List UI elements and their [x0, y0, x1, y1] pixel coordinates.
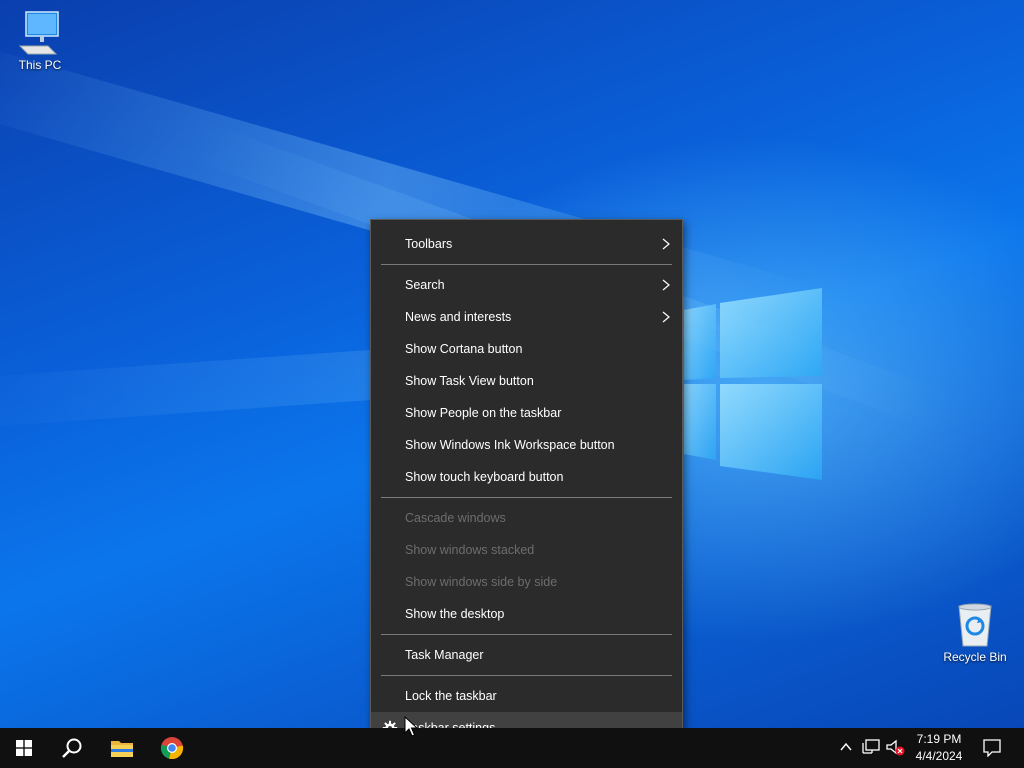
menu-item-label: Show Windows Ink Workspace button	[405, 438, 615, 452]
menu-separator	[381, 497, 672, 498]
chrome-icon	[160, 737, 184, 760]
file-explorer-icon	[111, 741, 133, 757]
desktop-icon-recycle-bin[interactable]: Recycle Bin	[935, 602, 1015, 664]
clock-date: 4/4/2024	[915, 749, 963, 763]
menu-item-label: Show Cortana button	[405, 342, 523, 356]
windows-logo-wallpaper	[684, 288, 822, 480]
menu-item-toolbars[interactable]: Toolbars	[371, 228, 682, 260]
taskbar[interactable]: 7:19 PM 4/4/2024	[0, 728, 1024, 768]
menu-item-label: Show windows stacked	[405, 543, 535, 557]
menu-item-show-touch-keyboard[interactable]: Show touch keyboard button	[371, 461, 682, 493]
menu-item-label: Show the desktop	[405, 607, 505, 621]
desktop-icon-label: Recycle Bin	[943, 650, 1007, 664]
chevron-right-icon	[662, 279, 670, 291]
menu-separator	[381, 675, 672, 676]
menu-item-news-and-interests[interactable]: News and interests	[371, 301, 682, 333]
chevron-up-icon[interactable]	[840, 742, 852, 752]
menu-item-label: Task Manager	[405, 648, 484, 662]
menu-item-label: Search	[405, 278, 445, 292]
menu-item-show-windows-ink-workspace[interactable]: Show Windows Ink Workspace button	[371, 429, 682, 461]
menu-item-show-task-view-button[interactable]: Show Task View button	[371, 365, 682, 397]
chevron-right-icon	[662, 238, 670, 250]
network-icon[interactable]	[862, 739, 880, 755]
taskbar-context-menu: Toolbars Search News and interests Show …	[370, 219, 683, 752]
menu-item-task-manager[interactable]: Task Manager	[371, 639, 682, 671]
menu-item-label: Toolbars	[405, 237, 453, 251]
file-explorer-button[interactable]	[98, 728, 146, 768]
menu-item-label: Show windows side by side	[405, 575, 558, 589]
chrome-button[interactable]	[148, 728, 196, 768]
action-center-button[interactable]	[968, 728, 1016, 768]
desktop-icon-label: This PC	[18, 58, 62, 72]
taskbar-clock[interactable]: 7:19 PM 4/4/2024	[904, 731, 974, 765]
recycle-bin-icon	[958, 603, 992, 647]
menu-item-label: Show People on the taskbar	[405, 406, 562, 420]
menu-separator	[381, 634, 672, 635]
menu-item-show-windows-side-by-side: Show windows side by side	[371, 566, 682, 598]
menu-item-label: Lock the taskbar	[405, 689, 497, 703]
start-button[interactable]	[0, 728, 48, 768]
menu-item-lock-the-taskbar[interactable]: Lock the taskbar	[371, 680, 682, 712]
volume-muted-icon[interactable]	[886, 739, 906, 757]
menu-item-show-windows-stacked: Show windows stacked	[371, 534, 682, 566]
desktop-icon-this-pc[interactable]: This PC	[0, 10, 80, 72]
computer-icon	[18, 11, 59, 55]
menu-separator	[381, 264, 672, 265]
windows-start-icon	[16, 740, 32, 756]
menu-item-label: Show touch keyboard button	[405, 470, 564, 484]
menu-item-show-cortana-button[interactable]: Show Cortana button	[371, 333, 682, 365]
chevron-right-icon	[662, 311, 670, 323]
menu-item-label: News and interests	[405, 310, 512, 324]
menu-item-show-the-desktop[interactable]: Show the desktop	[371, 598, 682, 630]
mouse-cursor-icon	[404, 716, 418, 737]
menu-item-search[interactable]: Search	[371, 269, 682, 301]
clock-time: 7:19 PM	[916, 732, 962, 746]
menu-item-cascade-windows: Cascade windows	[371, 502, 682, 534]
search-icon	[62, 738, 82, 758]
notification-icon	[983, 739, 1001, 757]
taskbar-search-button[interactable]	[48, 728, 96, 768]
menu-item-label: Cascade windows	[405, 511, 506, 525]
menu-item-label: Show Task View button	[405, 374, 534, 388]
menu-item-show-people[interactable]: Show People on the taskbar	[371, 397, 682, 429]
